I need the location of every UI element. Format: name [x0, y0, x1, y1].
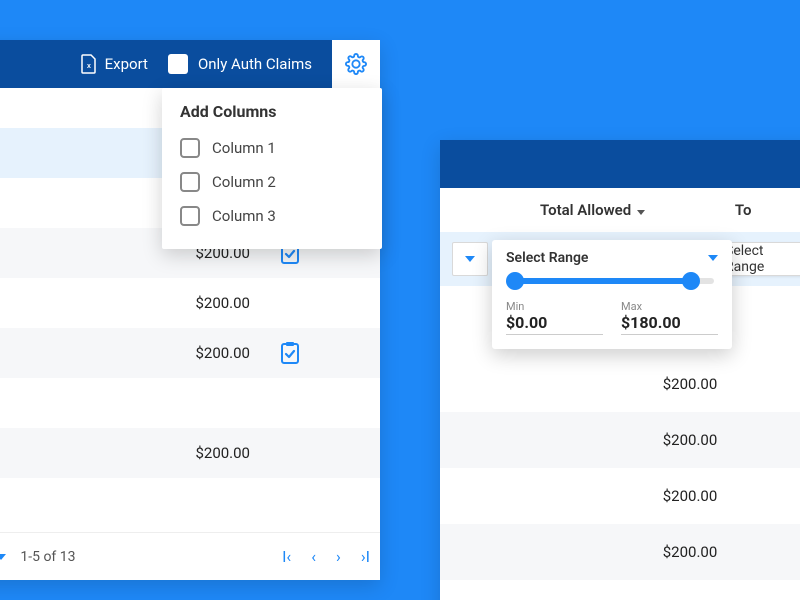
cell-value: $200.00 [0, 394, 90, 412]
gear-icon [345, 53, 367, 75]
cell-value: $200.00 [440, 375, 800, 393]
prev-page-button[interactable]: ‹ [311, 547, 316, 566]
export-file-icon: x [81, 54, 97, 74]
filter-dropdown-truncated[interactable] [452, 242, 488, 276]
chevron-down-icon[interactable] [708, 255, 718, 261]
range-slider[interactable] [510, 278, 714, 284]
svg-text:x: x [87, 63, 91, 70]
column-header-row: Total Allowed To [440, 188, 800, 232]
table-row: $200.00 $200.00 [0, 278, 380, 328]
cell-value: $200.00 [0, 244, 90, 262]
cell-value: $200.00 [90, 444, 270, 462]
chevron-down-icon [465, 256, 475, 262]
column-option-label: Column 1 [212, 139, 276, 157]
cell-value: $200.00 [90, 344, 270, 362]
add-columns-title: Add Columns [180, 102, 364, 121]
claims-panel-right: x Export Only Auth Claims Total Allowed … [440, 140, 800, 600]
range-popover: Select Range Min $0.00 Max $180.00 [492, 240, 732, 349]
cell-value: $200.00 [440, 487, 800, 505]
checkbox-icon [180, 206, 200, 226]
cell-value: $200.00 [0, 344, 90, 362]
checkbox-icon [180, 172, 200, 192]
last-page-button[interactable]: ›I [361, 547, 370, 566]
column-header-label: To [735, 201, 752, 219]
cell-value: $200.00 [0, 194, 90, 212]
min-value: $0.00 [506, 313, 603, 335]
export-button[interactable]: x Export [81, 54, 148, 74]
table-row: $200.00 [0, 378, 380, 428]
cell-value: $200.00 [440, 431, 800, 449]
next-page-button[interactable]: › [336, 547, 341, 566]
checkbox-icon [180, 138, 200, 158]
range-popover-title: Select Range [506, 250, 588, 266]
page-nav: I‹ ‹ › ›I [282, 547, 370, 566]
sort-caret-icon [637, 210, 645, 215]
column-option-2[interactable]: Column 2 [180, 165, 364, 199]
clipboard-check-icon[interactable] [279, 341, 301, 365]
filter-row: Select Range Select Range Select Range M… [440, 232, 800, 286]
table-row: $200.00 [440, 356, 800, 412]
toolbar: x Export Only Auth Claims [440, 140, 800, 188]
column-option-label: Column 2 [212, 173, 276, 191]
page-size-select[interactable]: 5 [0, 549, 6, 565]
add-columns-dropdown: Add Columns Column 1 Column 2 Column 3 [162, 88, 382, 249]
max-label: Max [621, 300, 718, 313]
slider-thumb-min[interactable] [506, 272, 524, 290]
table-row: $200.00 [440, 412, 800, 468]
toolbar: x Export Only Auth Claims [0, 40, 380, 88]
table-row: $200.00 $200.00 [0, 328, 380, 378]
column-option-1[interactable]: Column 1 [180, 131, 364, 165]
column-header-total-allowed[interactable]: lowed [0, 99, 50, 117]
column-option-label: Column 3 [212, 207, 276, 225]
cell-value: $200.00 [0, 444, 90, 462]
max-value: $180.00 [621, 313, 718, 335]
claims-panel-left: x Export Only Auth Claims Add Columns Co… [0, 40, 380, 580]
min-label: Min [506, 300, 603, 313]
page-range: 1-5 of 13 [20, 549, 75, 565]
first-page-button[interactable]: I‹ [282, 547, 291, 566]
table-row: $200.00 $200.00 [0, 428, 380, 478]
export-label: Export [105, 55, 148, 73]
only-auth-claims-toggle[interactable]: Only Auth Claims [168, 54, 312, 74]
column-header-total-allowed[interactable]: Total Allowed [540, 201, 645, 219]
slider-thumb-max[interactable] [682, 272, 700, 290]
column-header-label: Total Allowed [540, 201, 631, 219]
only-auth-label: Only Auth Claims [198, 55, 312, 73]
cell-value: $200.00 [0, 294, 90, 312]
table-row: $200.00 [440, 468, 800, 524]
table-row: $200.00 [440, 524, 800, 580]
slider-fill [510, 278, 694, 284]
cell-value: $200.00 [440, 543, 800, 561]
data-rows: $200.00 $200.00 $200.00 $200.00 [440, 356, 800, 580]
column-header-truncated[interactable]: To [735, 201, 752, 219]
settings-button[interactable] [332, 40, 380, 88]
pagination: s per page: 5 1-5 of 13 I‹ ‹ › ›I [0, 532, 380, 580]
cell-value: $200.00 [90, 294, 270, 312]
chevron-down-icon [0, 554, 6, 560]
min-field[interactable]: Min $0.00 [506, 300, 603, 335]
max-field[interactable]: Max $180.00 [621, 300, 718, 335]
chip-label: Select Range [725, 243, 800, 275]
column-option-3[interactable]: Column 3 [180, 199, 364, 233]
checkbox-icon [168, 54, 188, 74]
